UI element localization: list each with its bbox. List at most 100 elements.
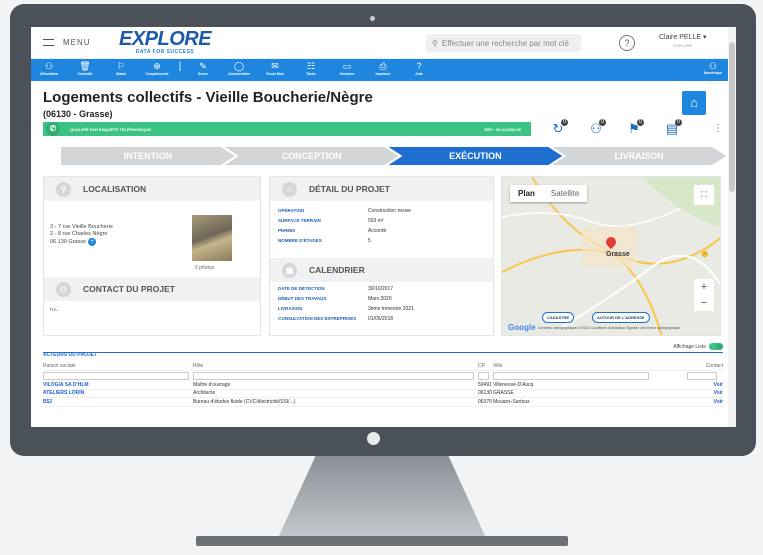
zoom-in-icon[interactable]: + (694, 279, 714, 295)
building-icon[interactable]: ⌂ (682, 91, 706, 115)
field-value: 593 m² (368, 218, 384, 224)
action-toolbar: ⚇ Affectation 🗑 Corbeille ⚐ Statut ⊕ Complément… (31, 59, 736, 81)
photo-count[interactable]: 2 photos (195, 265, 214, 271)
task-icon: ☷ (306, 61, 316, 71)
list-toggle[interactable]: Affichage Liste (673, 343, 723, 350)
toolbar-dossiers[interactable]: ▭ Dossiers (329, 61, 365, 77)
logo[interactable]: EXPLORE DATA FOR SUCCESS (119, 29, 212, 55)
address: 3 - 7 rue Vieille Boucherie 2 - 8 rue Ch… (50, 224, 113, 246)
detail-row: DATE DE DÉTECTION 30/10/2017 (278, 284, 414, 294)
localisation-title: LOCALISATION (83, 184, 147, 194)
cell-name[interactable]: VILOGIA SA D'HLM (43, 382, 193, 388)
user-company: EXPLORE (673, 43, 693, 48)
more-icon[interactable]: ⋮ (713, 123, 723, 134)
cell-name[interactable]: ATELIERS LORIN (43, 390, 193, 396)
cell-name[interactable]: B52 (43, 399, 193, 405)
toolbar-label: Envoi Mail (266, 72, 284, 76)
tab-satellite[interactable]: Satellite (543, 185, 587, 202)
filter-input[interactable] (193, 372, 474, 380)
tab-plan[interactable]: Plan (510, 185, 543, 202)
flag-icon[interactable]: ⚑ 0 (615, 119, 653, 137)
help-button[interactable]: ? (619, 35, 635, 51)
col-ville[interactable]: Ville (493, 363, 653, 369)
filter-input[interactable] (478, 372, 489, 380)
toolbar-label: Imprimer (375, 72, 391, 76)
detail-row: CONSULTATION DES ENTREPRISES 01/05/2018 (278, 314, 414, 324)
col-role[interactable]: Rôle (193, 363, 478, 369)
filter-input[interactable] (43, 372, 189, 380)
monitor-stand (278, 456, 486, 538)
actors-table: Raison sociale Rôle CP Ville Contact VIL… (43, 361, 723, 407)
fullscreen-icon[interactable]: ⛶ (694, 185, 714, 205)
detail-row: LIVRAISON 3ème trimestre 2021 (278, 304, 414, 314)
autour-adresse-button[interactable]: AUTOUR DE L'ADRESSE (592, 312, 650, 323)
table-row[interactable]: B52 Bureau d'études fluide (CVC/électrici… (43, 398, 723, 407)
detail-row: DÉBUT DES TRAVAUX Mars 2020 (278, 294, 414, 304)
toolbar-label: Dossiers (339, 72, 355, 76)
toolbar-commentaire[interactable]: ◯ Commentaire (221, 61, 257, 77)
building-photo[interactable] (192, 215, 232, 261)
table-row[interactable]: VILOGIA SA D'HLM Maître d'ouvrage 59491 Vil… (43, 381, 723, 390)
toolbar-numerique[interactable]: ⚇ Numérique (704, 61, 722, 75)
top-bar: MENU EXPLORE DATA FOR SUCCESS ⚲ Effectuer … (31, 27, 736, 59)
quick-icons: ↻ 0 ⚇ 0 ⚑ 0 ▤ 0 (539, 119, 691, 137)
pencil-icon: ✎ (199, 61, 207, 71)
filter-input[interactable] (687, 372, 717, 380)
address-line: 2 - 8 rue Charles Nègre (50, 231, 108, 237)
col-contact[interactable]: Contact (653, 363, 723, 369)
map-attribution[interactable]: Données cartographiques ©2020 Conditions… (538, 326, 680, 330)
col-cp[interactable]: CP (478, 363, 493, 369)
toolbar-affectation[interactable]: ⚇ Affectation (31, 61, 67, 77)
field-value: 01/05/2018 (368, 316, 394, 322)
cadastre-button[interactable]: CADASTRE (542, 312, 575, 323)
cell-city: Villeneuve-D'Ascq (493, 381, 534, 388)
toggle-switch[interactable] (709, 343, 723, 350)
toolbar-t-che[interactable]: ☷ Tâche (293, 61, 329, 77)
toolbar-separator: | (178, 61, 182, 72)
toolbar-envoi-mail[interactable]: ✉ Envoi Mail (257, 61, 293, 77)
field-label: NOMBRE D'ÉTAGES (278, 238, 322, 243)
filter-input[interactable] (493, 372, 649, 380)
field-value: 5 (368, 238, 371, 244)
refresh-icon[interactable]: ↻ 0 (539, 119, 577, 137)
toolbar-aide[interactable]: ? Aide (401, 61, 437, 77)
add-icon[interactable]: + (88, 238, 97, 246)
voir-link[interactable]: Voir (653, 399, 723, 405)
field-label: SURFACE TERRAIN (278, 218, 321, 223)
voir-link[interactable]: Voir (653, 382, 723, 388)
menu-button[interactable]: MENU (43, 38, 91, 47)
toolbar-corbeille[interactable]: 🗑 Corbeille (67, 61, 103, 77)
toolbar-compl-ments[interactable]: ⊕ Compléments (139, 61, 175, 77)
users-icon[interactable]: ⚇ 0 (577, 119, 615, 137)
table-row[interactable]: ATELIERS LORIN Architecte 06130 GRASSE Voir (43, 390, 723, 398)
numerique-icon: ⚇ (708, 61, 717, 71)
field-value: Accordé (368, 228, 387, 234)
search-input[interactable]: ⚲ Effectuer une recherche par mot clé (426, 34, 581, 52)
toolbar-label: Compléments (145, 72, 169, 76)
toolbar-statut[interactable]: ⚐ Statut (103, 61, 139, 77)
map[interactable]: Plan Satellite ⛶ ☻ + − Grasse CADASTRE AUT… (501, 176, 721, 336)
toggle-label: Affichage Liste (673, 343, 706, 350)
field-label: LIVRAISON (278, 306, 303, 311)
cell-cp: 59491 (478, 381, 492, 388)
user-menu[interactable]: Claire PELLE ▾ EXPLORE (659, 33, 706, 48)
cell-role: Bureau d'études fluide (CVC/électricité/… (193, 398, 296, 405)
user-name: Claire PELLE ▾ (659, 34, 707, 41)
comment-icon: ◯ (233, 61, 245, 71)
document-icon[interactable]: ▤ 0 (653, 119, 691, 137)
toolbar-label: Statut (116, 72, 126, 76)
person-icon: ⚇ (56, 281, 71, 297)
cell-cp: 06370 (478, 398, 492, 405)
voir-link[interactable]: Voir (653, 390, 723, 396)
step-livraison: LIVRAISON (552, 147, 726, 165)
col-raison-sociale[interactable]: Raison sociale (43, 363, 193, 369)
street-view-icon[interactable]: ☻ (699, 249, 710, 260)
tab-acteurs[interactable]: ACTEURS DU PROJET (43, 352, 97, 358)
toolbar-imprimer[interactable]: ⎙ Imprimer (365, 61, 401, 77)
toolbar-sc-ne[interactable]: ✎ Scène (185, 61, 221, 77)
zoom-out-icon[interactable]: − (694, 295, 714, 311)
scrollbar[interactable] (728, 27, 736, 427)
scrollbar-thumb[interactable] (729, 42, 735, 192)
calendar-icon: ▦ (282, 262, 297, 278)
detail-title: DÉTAIL DU PROJET (309, 184, 390, 194)
